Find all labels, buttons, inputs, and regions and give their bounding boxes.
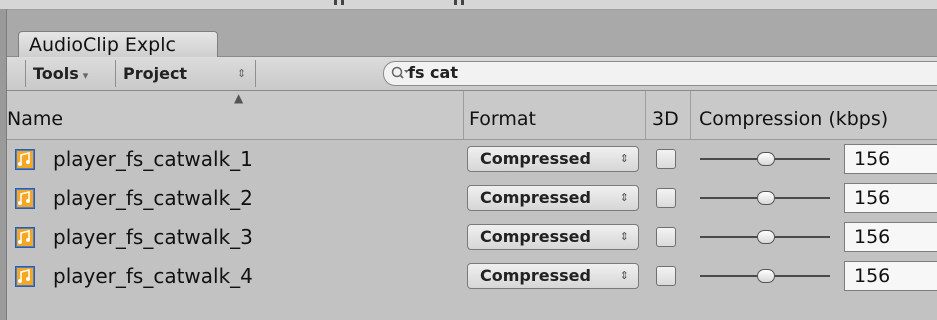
tools-label: Tools: [33, 64, 79, 83]
format-value: Compressed: [480, 227, 591, 246]
compression-slider-thumb[interactable]: [757, 191, 775, 205]
table-row[interactable]: player_fs_catwalk_1 Compressed ⇕ 156: [7, 140, 937, 178]
3d-checkbox[interactable]: [656, 227, 676, 247]
column-divider[interactable]: [463, 91, 464, 139]
format-dropdown[interactable]: Compressed ⇕: [467, 224, 639, 250]
compression-slider-thumb[interactable]: [757, 230, 775, 244]
toolbar: Tools ▾ Project ⇕ fs cat: [7, 57, 937, 91]
format-value: Compressed: [480, 149, 591, 168]
compression-slider-thumb[interactable]: [757, 152, 775, 166]
search-icon[interactable]: [390, 64, 410, 82]
column-header-3d[interactable]: 3D: [652, 106, 679, 132]
compression-field[interactable]: 156: [844, 144, 937, 174]
window-top-strip: [0, 0, 937, 10]
compression-field[interactable]: 156: [844, 222, 937, 252]
clip-name: player_fs_catwalk_4: [53, 264, 253, 288]
left-edge: [0, 9, 7, 320]
column-divider[interactable]: [690, 91, 691, 139]
tab-audioclip-explorer[interactable]: AudioClip Explc: [18, 31, 218, 57]
tools-menu-button[interactable]: Tools ▾: [33, 61, 88, 87]
3d-checkbox[interactable]: [656, 188, 676, 208]
dropdown-arrow-icon: ▾: [82, 69, 89, 82]
clip-name: player_fs_catwalk_3: [53, 225, 253, 249]
updown-arrow-icon: ⇕: [619, 269, 629, 282]
top-mark: [454, 0, 457, 5]
3d-checkbox[interactable]: [656, 149, 676, 169]
audio-file-icon: [15, 188, 35, 209]
updown-arrow-icon: ⇕: [237, 67, 247, 80]
compression-field[interactable]: 156: [844, 261, 937, 291]
tab-bar: AudioClip Explc: [7, 10, 937, 57]
column-divider[interactable]: [645, 91, 646, 139]
toolbar-separator: [255, 60, 256, 87]
search-input[interactable]: fs cat: [408, 62, 458, 84]
audio-file-icon: [15, 227, 35, 248]
audio-file-icon: [15, 149, 35, 170]
updown-arrow-icon: ⇕: [619, 152, 629, 165]
table-row[interactable]: player_fs_catwalk_2 Compressed ⇕ 156: [7, 179, 937, 217]
table-row[interactable]: player_fs_catwalk_4 Compressed ⇕ 156: [7, 257, 937, 295]
column-header-compression[interactable]: Compression (kbps): [699, 106, 888, 132]
audioclip-explorer-panel: AudioClip Explc Tools ▾ Project ⇕ fs cat …: [7, 10, 937, 320]
clip-name: player_fs_catwalk_2: [53, 186, 253, 210]
updown-arrow-icon: ⇕: [619, 191, 629, 204]
search-field[interactable]: fs cat: [383, 61, 937, 86]
column-header-row: ▲ Name Format 3D Compression (kbps): [7, 91, 937, 140]
compression-field[interactable]: 156: [844, 183, 937, 213]
format-dropdown[interactable]: Compressed ⇕: [467, 263, 639, 289]
sort-ascending-icon[interactable]: ▲: [234, 91, 243, 105]
column-header-format[interactable]: Format: [469, 106, 536, 132]
format-value: Compressed: [480, 266, 591, 285]
clip-name: player_fs_catwalk_1: [53, 147, 253, 171]
compression-slider-thumb[interactable]: [757, 269, 775, 283]
toolbar-separator: [115, 60, 116, 87]
format-dropdown[interactable]: Compressed ⇕: [467, 146, 639, 172]
3d-checkbox[interactable]: [656, 266, 676, 286]
format-dropdown[interactable]: Compressed ⇕: [467, 185, 639, 211]
project-label: Project: [123, 64, 188, 83]
top-mark: [341, 0, 344, 5]
column-header-name[interactable]: Name: [7, 106, 63, 132]
table-row[interactable]: player_fs_catwalk_3 Compressed ⇕ 156: [7, 218, 937, 256]
top-mark: [461, 0, 464, 5]
audio-file-icon: [15, 266, 35, 287]
project-dropdown[interactable]: Project ⇕: [123, 61, 253, 87]
toolbar-separator: [25, 60, 26, 87]
format-value: Compressed: [480, 188, 591, 207]
updown-arrow-icon: ⇕: [619, 230, 629, 243]
top-mark: [334, 0, 337, 5]
